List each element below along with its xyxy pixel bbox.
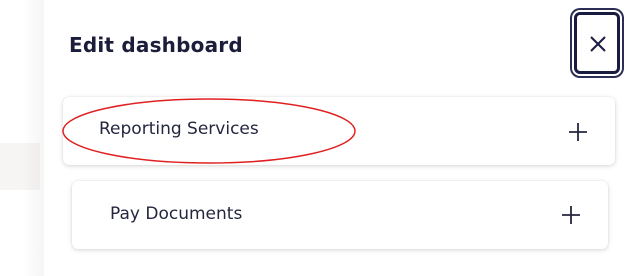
plus-icon[interactable] xyxy=(561,205,581,225)
page: Edit dashboard Reporting Services Pay Do… xyxy=(0,0,629,276)
close-icon xyxy=(590,36,606,52)
plus-icon[interactable] xyxy=(568,122,588,142)
dashboard-item-pay-documents[interactable]: Pay Documents xyxy=(72,181,608,249)
dashboard-item-label: Reporting Services xyxy=(99,119,259,139)
panel-title: Edit dashboard xyxy=(69,33,243,57)
close-button[interactable] xyxy=(574,12,620,74)
edit-dashboard-panel: Edit dashboard Reporting Services Pay Do… xyxy=(44,0,629,276)
dashboard-item-label: Pay Documents xyxy=(110,204,243,224)
dashboard-item-reporting-services[interactable]: Reporting Services xyxy=(63,97,615,165)
